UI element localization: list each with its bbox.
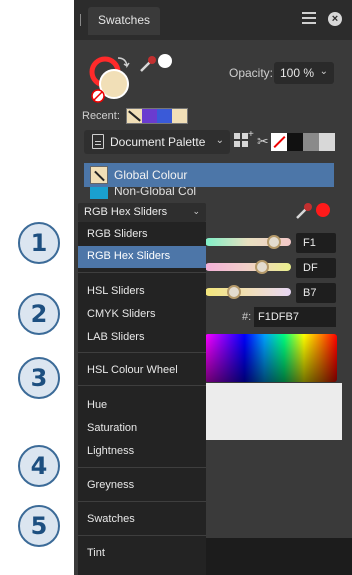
menu-divider bbox=[78, 352, 206, 353]
color-picker-icon[interactable] bbox=[138, 54, 158, 74]
menu-divider bbox=[78, 385, 206, 386]
quick-color-grey[interactable] bbox=[303, 133, 319, 151]
menu-item-hsl-colour-wheel[interactable]: HSL Colour Wheel bbox=[78, 360, 206, 382]
panel-menu-icon[interactable] bbox=[302, 12, 316, 26]
palette-name: Document Palette bbox=[110, 135, 206, 149]
quick-color-white[interactable] bbox=[319, 133, 335, 151]
swap-arrow-icon[interactable] bbox=[117, 57, 130, 69]
green-slider-track[interactable] bbox=[205, 263, 291, 271]
hex-label: #: bbox=[242, 311, 252, 323]
global-colour-swatch bbox=[90, 166, 108, 184]
swatch-tools-icon[interactable]: ✂ bbox=[257, 133, 269, 150]
menu-item-hue[interactable]: Hue bbox=[78, 395, 206, 417]
quick-color-black[interactable] bbox=[287, 133, 303, 151]
menu-item-tint[interactable]: Tint bbox=[78, 543, 206, 565]
recent-swatch[interactable] bbox=[157, 109, 172, 123]
callout-1: 1 bbox=[18, 222, 60, 264]
opacity-field[interactable]: 100 % ⌄ bbox=[274, 62, 334, 84]
swatch-row-label: Global Colour bbox=[114, 168, 188, 182]
green-slider-thumb[interactable] bbox=[255, 260, 269, 274]
menu-item-lightness[interactable]: Lightness bbox=[78, 441, 206, 463]
stroke-color-dot[interactable] bbox=[316, 203, 330, 217]
menu-item-rgb-sliders[interactable]: RGB Sliders bbox=[78, 224, 206, 246]
chevron-down-icon: ⌄ bbox=[319, 66, 328, 77]
color-mode-dropdown[interactable]: RGB Hex Sliders ⌄ bbox=[78, 203, 206, 222]
swatch-row-label: Non-Global Col bbox=[114, 187, 197, 198]
green-value-field[interactable]: DF bbox=[296, 258, 336, 278]
menu-divider bbox=[78, 272, 206, 273]
color-spectrum[interactable] bbox=[205, 334, 337, 382]
menu-divider bbox=[78, 467, 206, 468]
callout-4: 4 bbox=[18, 445, 60, 487]
chevron-down-icon: ⌄ bbox=[192, 206, 200, 216]
blue-value-field[interactable]: B7 bbox=[296, 283, 336, 303]
panel-bottom-area bbox=[205, 383, 342, 440]
color-mode-selected: RGB Hex Sliders bbox=[84, 206, 168, 218]
non-global-colour-swatch bbox=[90, 187, 108, 199]
red-value-field[interactable]: F1 bbox=[296, 233, 336, 253]
menu-item-cmyk-sliders[interactable]: CMYK Sliders bbox=[78, 304, 206, 326]
menu-item-swatches[interactable]: Swatches bbox=[78, 509, 206, 531]
callout-3: 3 bbox=[18, 357, 60, 399]
opacity-value: 100 % bbox=[280, 66, 315, 80]
menu-item-saturation[interactable]: Saturation bbox=[78, 418, 206, 440]
callout-2: 2 bbox=[18, 293, 60, 335]
swatch-row-global-colour[interactable]: Global Colour bbox=[84, 163, 334, 187]
menu-item-rgb-hex-sliders[interactable]: RGB Hex Sliders bbox=[78, 246, 206, 268]
document-icon bbox=[92, 134, 104, 149]
menu-divider bbox=[78, 535, 206, 536]
opacity-label: Opacity: bbox=[229, 66, 274, 80]
menu-item-hsl-sliders[interactable]: HSL Sliders bbox=[78, 281, 206, 303]
panel-header: Swatches × bbox=[74, 0, 352, 40]
recent-swatches bbox=[126, 108, 188, 124]
callout-5: 5 bbox=[18, 505, 60, 547]
tab-swatches[interactable]: Swatches bbox=[88, 7, 161, 35]
menu-divider bbox=[78, 501, 206, 502]
menu-item-lab-sliders[interactable]: LAB Sliders bbox=[78, 327, 206, 349]
close-icon[interactable]: × bbox=[328, 12, 342, 26]
panel-grip[interactable] bbox=[80, 14, 81, 26]
menu-item-greyness[interactable]: Greyness bbox=[78, 475, 206, 497]
recent-swatch[interactable] bbox=[142, 109, 157, 123]
quick-color-none[interactable] bbox=[271, 133, 287, 151]
fill-stroke-selector[interactable] bbox=[88, 50, 138, 106]
recent-swatch[interactable] bbox=[127, 109, 142, 123]
blue-slider-thumb[interactable] bbox=[227, 285, 241, 299]
hex-value-field[interactable]: F1DFB7 bbox=[254, 307, 336, 327]
red-slider-thumb[interactable] bbox=[267, 235, 281, 249]
picked-color-dot bbox=[158, 54, 172, 68]
chevron-down-icon: ⌄ bbox=[215, 135, 224, 146]
recent-label: Recent: bbox=[82, 110, 120, 122]
palette-dropdown[interactable]: Document Palette ⌄ bbox=[84, 130, 230, 154]
swatch-row-non-global[interactable]: Non-Global Col bbox=[84, 187, 334, 199]
add-swatch-icon[interactable]: + bbox=[234, 129, 256, 151]
color-mode-menu: RGB Sliders RGB Hex Sliders HSL Sliders … bbox=[78, 222, 206, 575]
recent-swatch[interactable] bbox=[172, 109, 187, 123]
blue-slider-track[interactable] bbox=[205, 288, 291, 296]
panel-footer bbox=[205, 538, 352, 575]
quick-colors bbox=[271, 133, 335, 151]
color-picker-icon[interactable] bbox=[294, 201, 314, 221]
